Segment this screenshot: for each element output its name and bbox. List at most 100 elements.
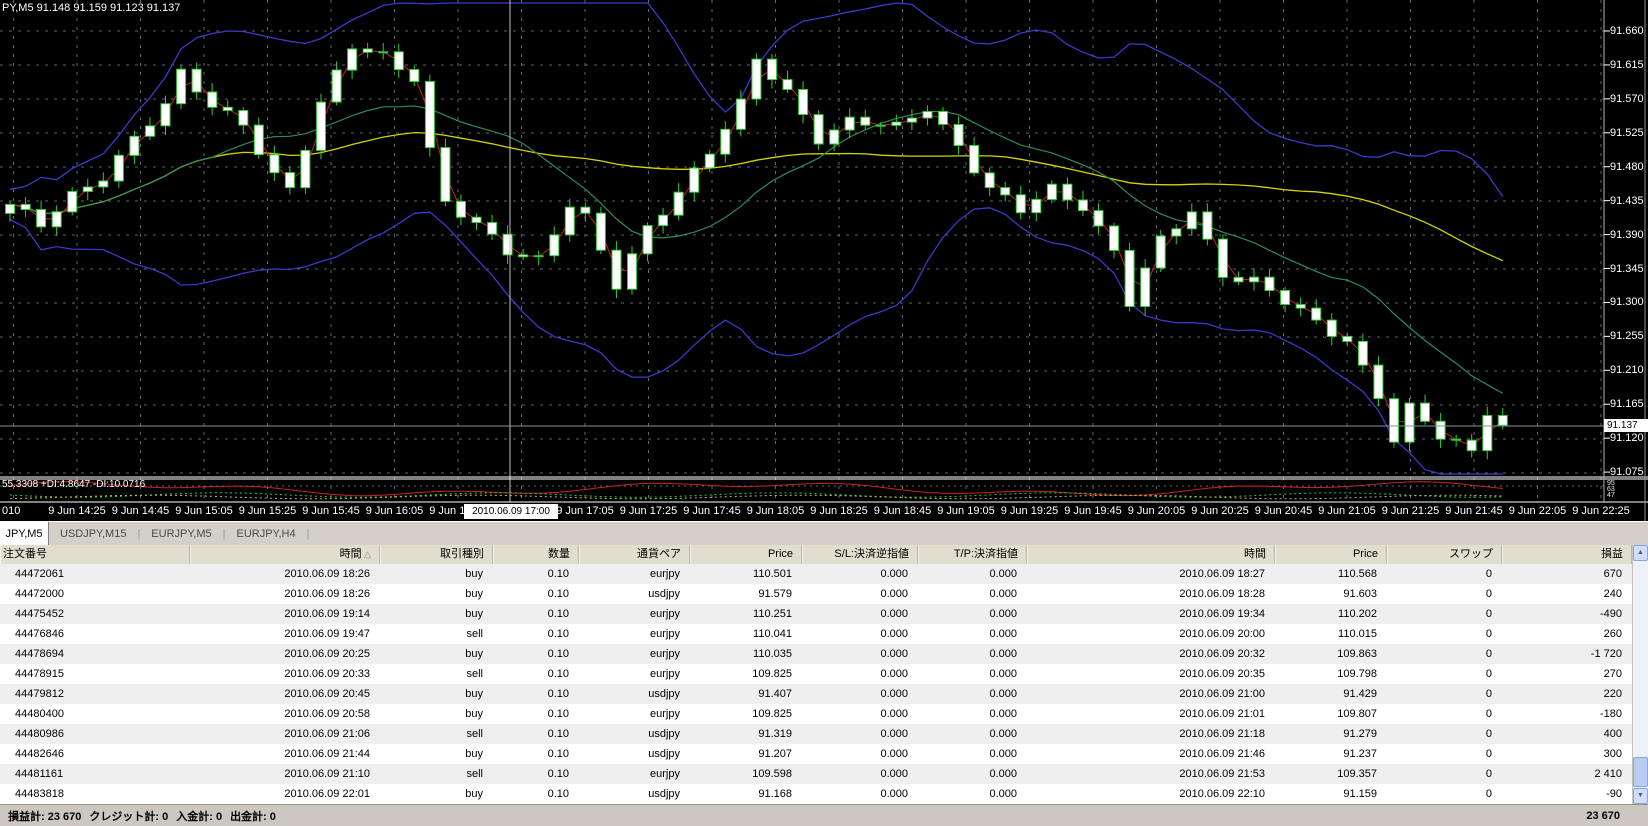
table-cell: 44483818 <box>15 788 64 800</box>
table-cell: 110.251 <box>753 608 792 620</box>
sort-ascending-icon: △ <box>361 549 371 559</box>
table-row[interactable]: 44472000 2010.06.09 18:26 buy 0.10 usdjpy 91.… <box>0 584 1632 604</box>
crosshair-time-box: 2010.06.09 17:00 <box>464 504 558 519</box>
chart-panel[interactable]: PY,M5 91.148 91.159 91.123 91.137 55.330… <box>0 0 1648 521</box>
price-axis-label: 91.255 <box>1610 330 1644 343</box>
table-row[interactable]: 44479812 2010.06.09 20:45 buy 0.10 usdjpy 91.… <box>0 684 1632 704</box>
price-axis-label: 91.210 <box>1610 364 1644 377</box>
table-header-col-8[interactable]: 時間 <box>1027 545 1275 564</box>
trade-history-table: 44472061 2010.06.09 18:26 buy 0.10 eurjpy 110… <box>0 564 1632 804</box>
time-axis-label: 9 Jun 17:25 <box>619 505 678 517</box>
table-header-col-3[interactable]: 数量 <box>493 545 579 564</box>
table-cell: 0.000 <box>880 648 908 660</box>
indicator-values-label: 55.3308 +DI:4.8647 -DI:10.0716 <box>2 479 146 490</box>
table-header-col-10[interactable]: スワップ <box>1387 545 1502 564</box>
table-cell: 0.10 <box>547 688 569 700</box>
table-cell: 0 <box>1485 688 1492 700</box>
time-axis-label: 9 Jun 19:05 <box>937 505 995 517</box>
table-cell: 2010.06.09 18:27 <box>1179 568 1265 580</box>
table-cell: -180 <box>1599 708 1622 720</box>
table-row[interactable]: 44483818 2010.06.09 22:01 buy 0.10 usdjpy 91.… <box>0 784 1632 804</box>
table-cell: buy <box>465 688 483 700</box>
table-cell: 2010.06.09 22:01 <box>284 788 370 800</box>
table-cell: 91.237 <box>1343 748 1377 760</box>
table-row[interactable]: 44472061 2010.06.09 18:26 buy 0.10 eurjpy 110… <box>0 564 1632 584</box>
current-price-box: 91.137 <box>1604 419 1648 432</box>
table-cell: 44472061 <box>15 568 64 580</box>
table-row[interactable]: 44475452 2010.06.09 19:14 buy 0.10 eurjpy 110… <box>0 604 1632 624</box>
table-cell: buy <box>465 648 483 660</box>
table-cell: 0.000 <box>989 748 1017 760</box>
table-cell: sell <box>466 668 483 680</box>
table-row[interactable]: 44481161 2010.06.09 21:10 sell 0.10 eurjpy 10… <box>0 764 1632 784</box>
table-cell: sell <box>466 728 483 740</box>
table-cell: 0.000 <box>880 788 908 800</box>
price-axis-label: 91.120 <box>1610 432 1644 445</box>
table-cell: 2010.06.09 21:00 <box>1179 688 1265 700</box>
status-credit: クレジット計: 0 <box>89 810 169 823</box>
table-row[interactable]: 44476846 2010.06.09 19:47 sell 0.10 eurjpy 11… <box>0 624 1632 644</box>
table-cell: 2010.06.09 20:00 <box>1179 628 1265 640</box>
table-cell: 2010.06.09 20:35 <box>1179 668 1265 680</box>
table-cell: 109.807 <box>1337 708 1377 720</box>
table-row[interactable]: 44482646 2010.06.09 21:44 buy 0.10 usdjpy 91.… <box>0 744 1632 764</box>
table-row[interactable]: 44478694 2010.06.09 20:25 buy 0.10 eurjpy 110… <box>0 644 1632 664</box>
table-header-col-5[interactable]: Price <box>690 545 802 564</box>
table-cell: 2010.06.09 20:32 <box>1179 648 1265 660</box>
candlestick-chart[interactable] <box>0 0 1648 521</box>
table-cell: 0.10 <box>547 668 569 680</box>
time-axis-label: 9 Jun 22:05 <box>1508 505 1567 517</box>
table-cell: 0.000 <box>880 668 908 680</box>
table-cell: 44481161 <box>15 768 64 780</box>
table-header-row: 注文番号 時間 △ 取引種別 数量 通貨ペア Price S/L:決済逆指値 T/P:決済指値… <box>0 545 1632 564</box>
table-cell: 220 <box>1603 688 1622 700</box>
table-cell: 91.407 <box>758 688 792 700</box>
table-header-col-11[interactable]: 損益 <box>1502 545 1632 564</box>
table-cell: 2010.06.09 21:01 <box>1179 708 1265 720</box>
scroll-down-icon[interactable]: ▼ <box>1633 788 1648 804</box>
table-header-col-4[interactable]: 通貨ペア <box>579 545 690 564</box>
time-axis-label: 9 Jun 20:25 <box>1191 505 1249 517</box>
time-axis-label: 9 Jun 21:45 <box>1445 505 1503 517</box>
chart-tab-jpy-m5[interactable]: JPY,M5 <box>0 522 49 546</box>
table-cell: -1 720 <box>1590 648 1622 660</box>
table-header-col-0[interactable]: 注文番号 <box>0 545 190 564</box>
table-cell: buy <box>465 748 483 760</box>
table-cell: 0.000 <box>880 748 908 760</box>
table-row[interactable]: 44480986 2010.06.09 21:06 sell 0.10 usdjpy 91… <box>0 724 1632 744</box>
table-cell: 0 <box>1485 728 1492 740</box>
chart-tab-usdjpy-m15[interactable]: USDJPY,M15 <box>49 522 137 546</box>
table-cell: 110.568 <box>1338 568 1377 580</box>
table-cell: 0.000 <box>989 668 1017 680</box>
table-cell: 44478915 <box>15 668 64 680</box>
table-cell: 0.000 <box>989 768 1017 780</box>
table-cell: 0.000 <box>989 788 1017 800</box>
table-cell: 110.501 <box>753 568 792 580</box>
table-header-col-2[interactable]: 取引種別 <box>380 545 493 564</box>
table-cell: 0.10 <box>547 628 569 640</box>
table-header-col-6[interactable]: S/L:決済逆指値 <box>802 545 918 564</box>
table-header-col-9[interactable]: Price <box>1275 545 1387 564</box>
status-pl-total: 損益計: 23 670 <box>8 810 82 823</box>
vertical-scrollbar[interactable]: ▲ ▼ <box>1632 545 1648 804</box>
table-cell: 0.10 <box>547 768 569 780</box>
table-cell: 2010.06.09 19:47 <box>284 628 370 640</box>
table-cell: 44480400 <box>15 708 64 720</box>
table-cell: 0 <box>1485 628 1492 640</box>
table-cell: 400 <box>1603 728 1622 740</box>
table-row[interactable]: 44480400 2010.06.09 20:58 buy 0.10 eurjpy 109… <box>0 704 1632 724</box>
scrollbar-thumb[interactable] <box>1633 757 1648 787</box>
table-header-col-1[interactable]: 時間 △ <box>190 545 380 564</box>
price-axis-label: 91.390 <box>1610 228 1644 241</box>
chart-tab-eurjpy-m5[interactable]: EURJPY,M5 <box>140 522 222 546</box>
chart-tab-eurjpy-h4[interactable]: EURJPY,H4 <box>225 522 306 546</box>
price-axis-label: 91.480 <box>1610 160 1644 173</box>
scroll-up-icon[interactable]: ▲ <box>1633 545 1648 561</box>
time-axis-label: 9 Jun 19:45 <box>1064 505 1122 517</box>
table-cell: eurjpy <box>650 568 680 580</box>
table-cell: 91.603 <box>1343 588 1377 600</box>
table-row[interactable]: 44478915 2010.06.09 20:33 sell 0.10 eurjpy 10… <box>0 664 1632 684</box>
table-header-col-7[interactable]: T/P:決済指値 <box>918 545 1027 564</box>
table-cell: 300 <box>1603 748 1622 760</box>
table-cell: 2010.06.09 21:06 <box>284 728 370 740</box>
